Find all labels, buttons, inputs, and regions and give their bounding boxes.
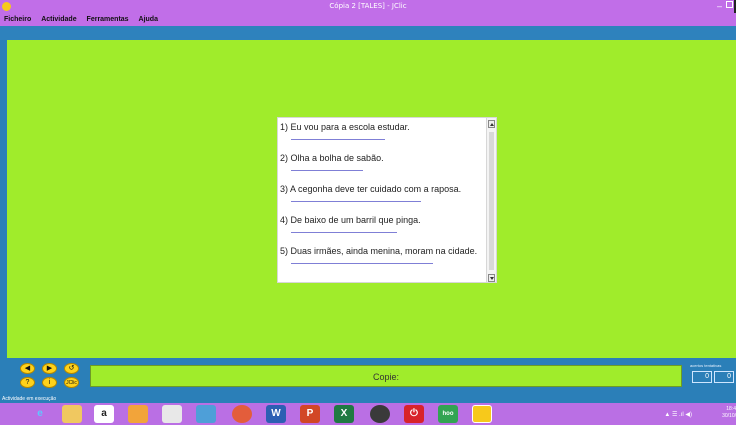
powerpoint-icon[interactable]: P [300, 405, 320, 423]
clock-date: 30/10/ [722, 413, 736, 419]
list-item: 3) A cegonha deve ter cuidado com a rapo… [280, 183, 486, 202]
minimize-button[interactable]: – [717, 0, 722, 12]
menu-ferramentas[interactable]: Ferramentas [83, 13, 133, 23]
reset-activity-button[interactable]: ↺ [64, 363, 79, 374]
list-item: 1) Eu vou para a escola estudar. [280, 121, 486, 140]
scroll-thumb[interactable] [489, 132, 494, 270]
clock[interactable]: 18:4 30/10/ [716, 406, 736, 420]
answer-field[interactable] [291, 139, 385, 140]
scroll-up-arrow-icon[interactable] [488, 120, 495, 128]
list-item: 4) De baixo de um barril que pinga. [280, 214, 486, 233]
sentence-text: 5) Duas irmães, ainda menina, moram na c… [280, 246, 478, 256]
sentence-text: 2) Olha a bolha de sabão. [280, 153, 384, 163]
correct-counter: 0 [692, 371, 712, 383]
next-activity-button[interactable]: ▶ [42, 363, 57, 374]
ie-icon[interactable]: e [30, 405, 50, 423]
explorer-folder-icon[interactable] [62, 405, 82, 423]
help-button[interactable]: ? [20, 377, 35, 388]
menu-actividade[interactable]: Actividade [37, 13, 80, 23]
answer-field[interactable] [291, 170, 363, 171]
window-title: Cópia 2 [TALES] - JClic [329, 2, 407, 10]
menu-ficheiro[interactable]: Ficheiro [0, 13, 35, 23]
list-item: 5) Duas irmães, ainda menina, moram na c… [280, 245, 486, 264]
menu-bar: Ficheiro Actividade Ferramentas Ajuda [0, 13, 736, 26]
scroll-down-arrow-icon[interactable] [488, 274, 495, 282]
app-icon-1[interactable] [128, 405, 148, 423]
app-icon-3[interactable] [196, 405, 216, 423]
maximize-button[interactable] [726, 1, 733, 8]
vertical-scrollbar[interactable] [486, 118, 496, 282]
answer-field[interactable] [291, 263, 433, 264]
app-icon-4[interactable] [370, 405, 390, 423]
menu-ajuda[interactable]: Ajuda [135, 13, 162, 23]
word-icon[interactable]: W [266, 405, 286, 423]
sentence-text: 3) A cegonha deve ter cuidado com a rapo… [280, 184, 462, 194]
text-panel: 1) Eu vou para a escola estudar. 2) Olha… [277, 117, 497, 283]
system-tray[interactable]: ▲ ☰ .ıl ◀) [664, 411, 692, 418]
jclic-logo-icon[interactable]: JClic [64, 377, 79, 388]
sentence-text: 4) De baixo de um barril que pinga. [280, 215, 421, 225]
title-bar: Cópia 2 [TALES] - JClic – [0, 0, 736, 13]
hoo-icon[interactable]: hoo [438, 405, 458, 423]
info-button[interactable]: i [42, 377, 57, 388]
message-box: Copie: [90, 365, 682, 387]
app-icon-2[interactable] [162, 405, 182, 423]
answer-field[interactable] [291, 232, 397, 233]
counters: acertos tentativas 0 0 [690, 360, 736, 390]
counter-labels: acertos tentativas [690, 363, 722, 368]
excel-icon[interactable]: X [334, 405, 354, 423]
attempts-counter: 0 [714, 371, 734, 383]
sentence-list: 1) Eu vou para a escola estudar. 2) Olha… [278, 118, 486, 282]
power-icon[interactable]: ⏻ [404, 405, 424, 423]
taskbar: e a W P X ⏻ hoo ▲ ☰ .ıl ◀) 18:4 30/10/ [0, 403, 736, 425]
chrome-icon[interactable] [232, 405, 252, 423]
previous-activity-button[interactable]: ◀ [20, 363, 35, 374]
answer-field[interactable] [291, 201, 421, 202]
status-bar: Actividade em execução [0, 395, 736, 403]
clock-time: 18:4 [726, 406, 736, 412]
sentence-text: 1) Eu vou para a escola estudar. [280, 122, 410, 132]
frame-top [0, 26, 736, 40]
amazon-icon[interactable]: a [94, 405, 114, 423]
jclic-taskbar-icon[interactable] [472, 405, 492, 423]
list-item: 2) Olha a bolha de sabão. [280, 152, 486, 171]
